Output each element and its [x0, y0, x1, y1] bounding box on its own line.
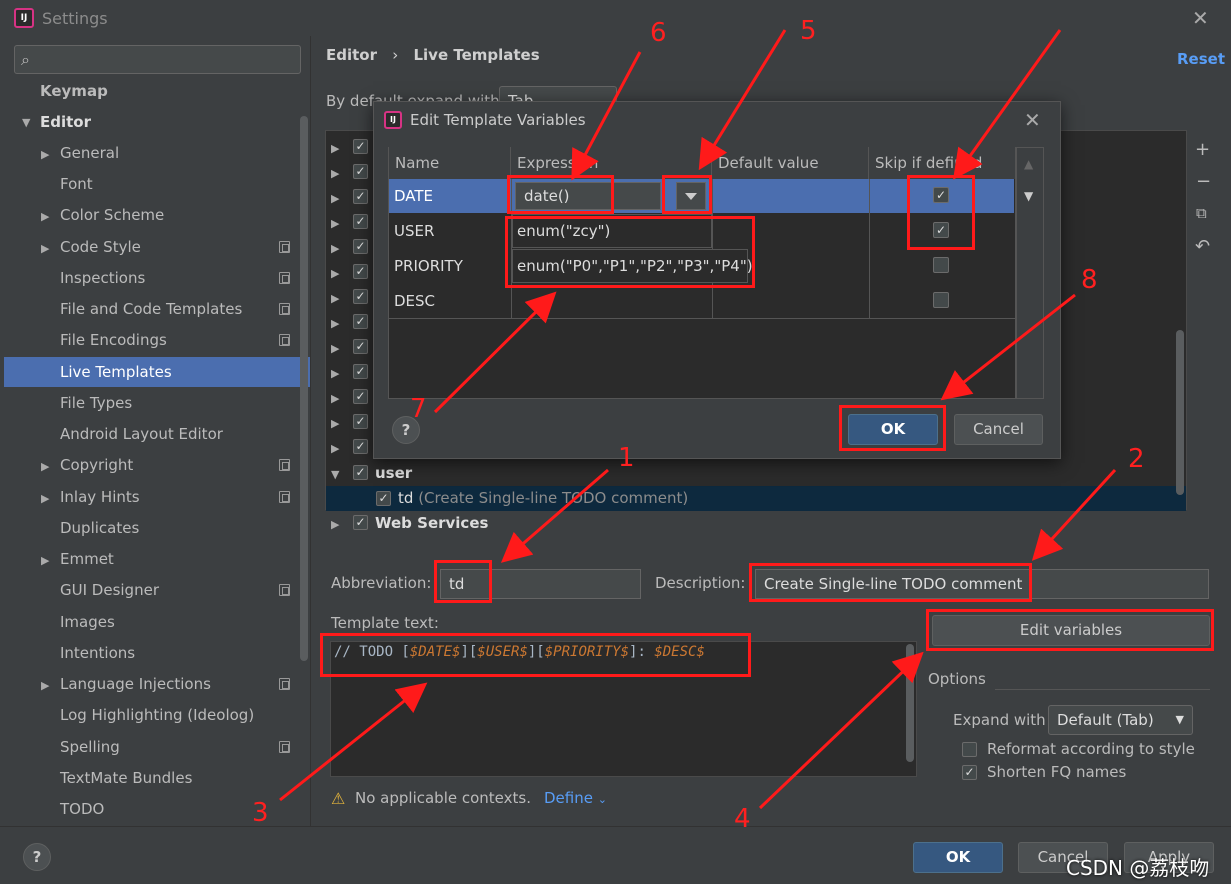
annotation-number-3: 3 [252, 798, 269, 828]
annotation-number-1: 1 [618, 443, 635, 473]
arrow-1 [500, 468, 609, 563]
arrow-2 [1031, 468, 1117, 561]
arrow-7 [433, 291, 557, 414]
arrow-4 [758, 651, 924, 810]
watermark: CSDN @荔枝吻 [1066, 856, 1210, 880]
arrow-skip [953, 29, 1062, 180]
annotation-number-8: 8 [1081, 265, 1098, 295]
annotation-arrows [279, 29, 1117, 810]
annotation-number-2: 2 [1128, 444, 1145, 474]
arrow-5 [698, 29, 787, 171]
annotation-number-6: 6 [650, 18, 667, 48]
annotation-number-4: 4 [734, 804, 751, 834]
annotation-number-5: 5 [800, 16, 817, 46]
arrow-8 [940, 293, 1076, 401]
annotation-number-7: 7 [410, 394, 427, 424]
arrow-6 [571, 51, 642, 181]
arrow-3 [279, 682, 428, 802]
